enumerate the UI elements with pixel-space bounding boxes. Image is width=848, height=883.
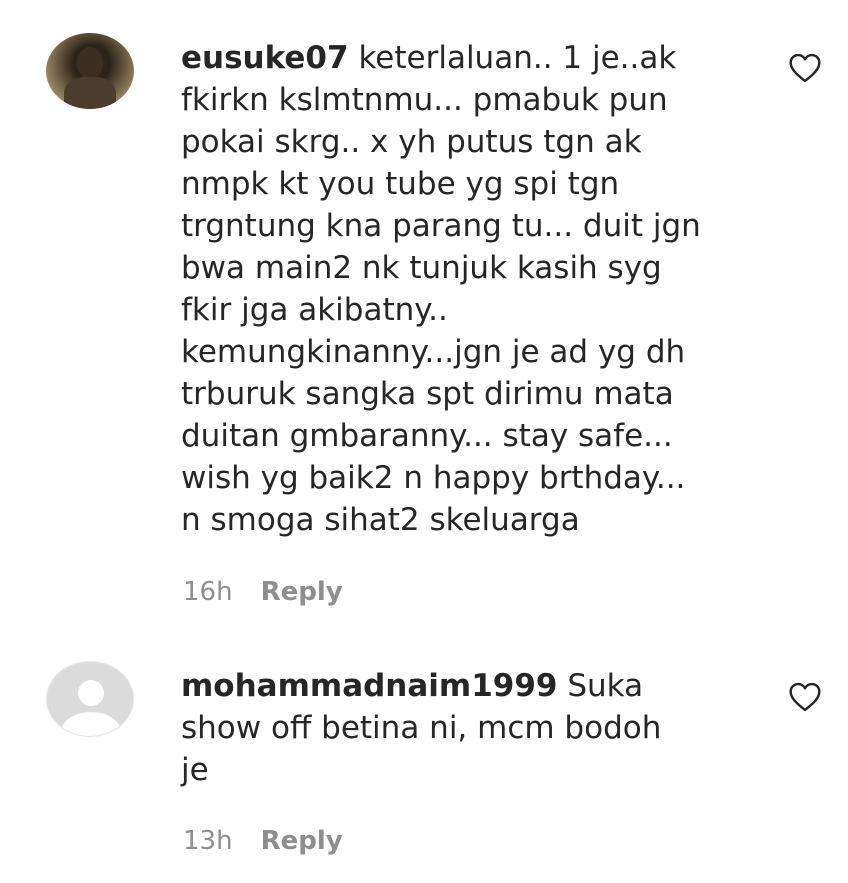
avatar[interactable] — [46, 33, 134, 109]
reply-button[interactable]: Reply — [261, 826, 343, 856]
comment-body: keterlaluan.. 1 je..ak fkirkn kslmtnmu..… — [181, 40, 701, 538]
avatar-figure-body — [61, 712, 121, 736]
heart-outline-icon[interactable] — [788, 53, 822, 83]
reply-button[interactable]: Reply — [261, 577, 343, 607]
avatar-figure-head — [77, 47, 103, 79]
comment-text: eusuke07 keterlaluan.. 1 je..ak fkirkn k… — [181, 37, 771, 541]
heart-outline-icon[interactable] — [788, 682, 822, 712]
comment-timestamp: 16h — [183, 577, 233, 607]
comment-username[interactable]: eusuke07 — [181, 40, 349, 76]
comment-timestamp: 13h — [183, 826, 233, 856]
comment-text: mohammadnaim1999 Suka show off betina ni… — [181, 665, 771, 791]
avatar-figure-body — [64, 77, 116, 109]
comment-username[interactable]: mohammadnaim1999 — [181, 668, 558, 704]
avatar-figure-head — [78, 680, 104, 706]
comment-meta: 16h Reply — [183, 577, 343, 607]
comment-meta: 13h Reply — [183, 826, 343, 856]
avatar[interactable] — [46, 661, 134, 737]
